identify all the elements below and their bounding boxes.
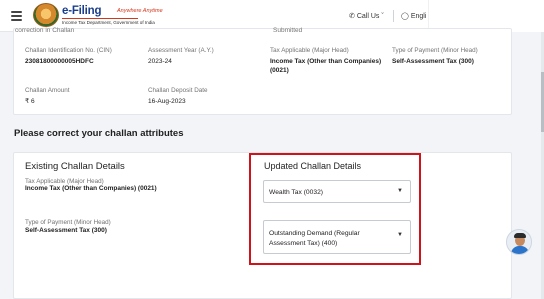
minor-head-value: Self-Assessment Tax (300) — [392, 58, 474, 65]
status-label-cut: Submitted — [273, 27, 303, 34]
cin-value: 23081800000005HDFC — [25, 58, 94, 65]
efiling-logo[interactable]: e-Filing Anywhere Anytime Income Tax Dep… — [33, 3, 163, 28]
menu-icon[interactable] — [11, 11, 22, 21]
chevron-down-icon: ˇ — [379, 13, 384, 20]
emblem-icon — [33, 3, 59, 27]
existing-minor-label: Type of Payment (Minor Head) — [25, 219, 111, 226]
logo-tagline: Anywhere Anytime — [117, 8, 163, 14]
major-head-select[interactable]: Wealth Tax (0032) ▼ — [263, 180, 411, 203]
existing-minor-value: Self-Assessment Tax (300) — [25, 227, 107, 234]
ay-label: Assessment Year (A.Y.) — [148, 47, 214, 54]
call-us-label: Call Us — [356, 13, 380, 20]
challan-info-card: correction in Challan Submitted Challan … — [13, 27, 512, 115]
header-divider — [393, 10, 394, 22]
minor-head-select-value-line2: Assessment Tax) (400) — [269, 240, 338, 247]
caret-down-icon: ▼ — [397, 232, 403, 238]
language-selector[interactable]: ◯ Engli — [401, 12, 426, 20]
minor-head-label: Type of Payment (Minor Head) — [392, 47, 478, 54]
deposit-date-value: 16-Aug-2023 — [148, 98, 186, 105]
logo-subtitle: Income Tax Department, Government of Ind… — [62, 20, 155, 25]
existing-details-title: Existing Challan Details — [25, 161, 125, 172]
section-title: Please correct your challan attributes — [14, 128, 184, 139]
minor-head-select[interactable]: Outstanding Demand (Regular Assessment T… — [263, 220, 411, 254]
major-head-label: Tax Applicable (Major Head) — [270, 47, 349, 54]
minor-head-select-value-line1: Outstanding Demand (Regular — [269, 230, 360, 237]
amount-value: ₹ 6 — [25, 98, 35, 105]
deposit-date-label: Challan Deposit Date — [148, 87, 208, 94]
updated-details-title: Updated Challan Details — [264, 161, 362, 171]
ay-value: 2023-24 — [148, 58, 172, 65]
call-us-menu[interactable]: ✆ Call Us ˇ — [349, 12, 384, 20]
caret-down-icon: ▼ — [397, 188, 403, 194]
existing-major-value: Income Tax (Other than Companies) (0021) — [25, 185, 157, 192]
chatbot-avatar-icon[interactable] — [506, 229, 532, 255]
language-label: Engli — [410, 13, 427, 20]
cin-label: Challan Identification No. (CIN) — [25, 47, 112, 54]
globe-icon: ◯ — [401, 13, 409, 20]
logo-title: e-Filing — [62, 5, 102, 17]
card-heading-cut: correction in Challan — [15, 27, 75, 34]
major-head-select-value: Wealth Tax (0032) — [269, 189, 324, 196]
major-head-value: Income Tax (Other than Companies) (0021) — [270, 58, 382, 74]
logo-divider — [62, 18, 138, 19]
amount-label: Challan Amount — [25, 87, 70, 94]
phone-icon: ✆ — [349, 13, 355, 20]
